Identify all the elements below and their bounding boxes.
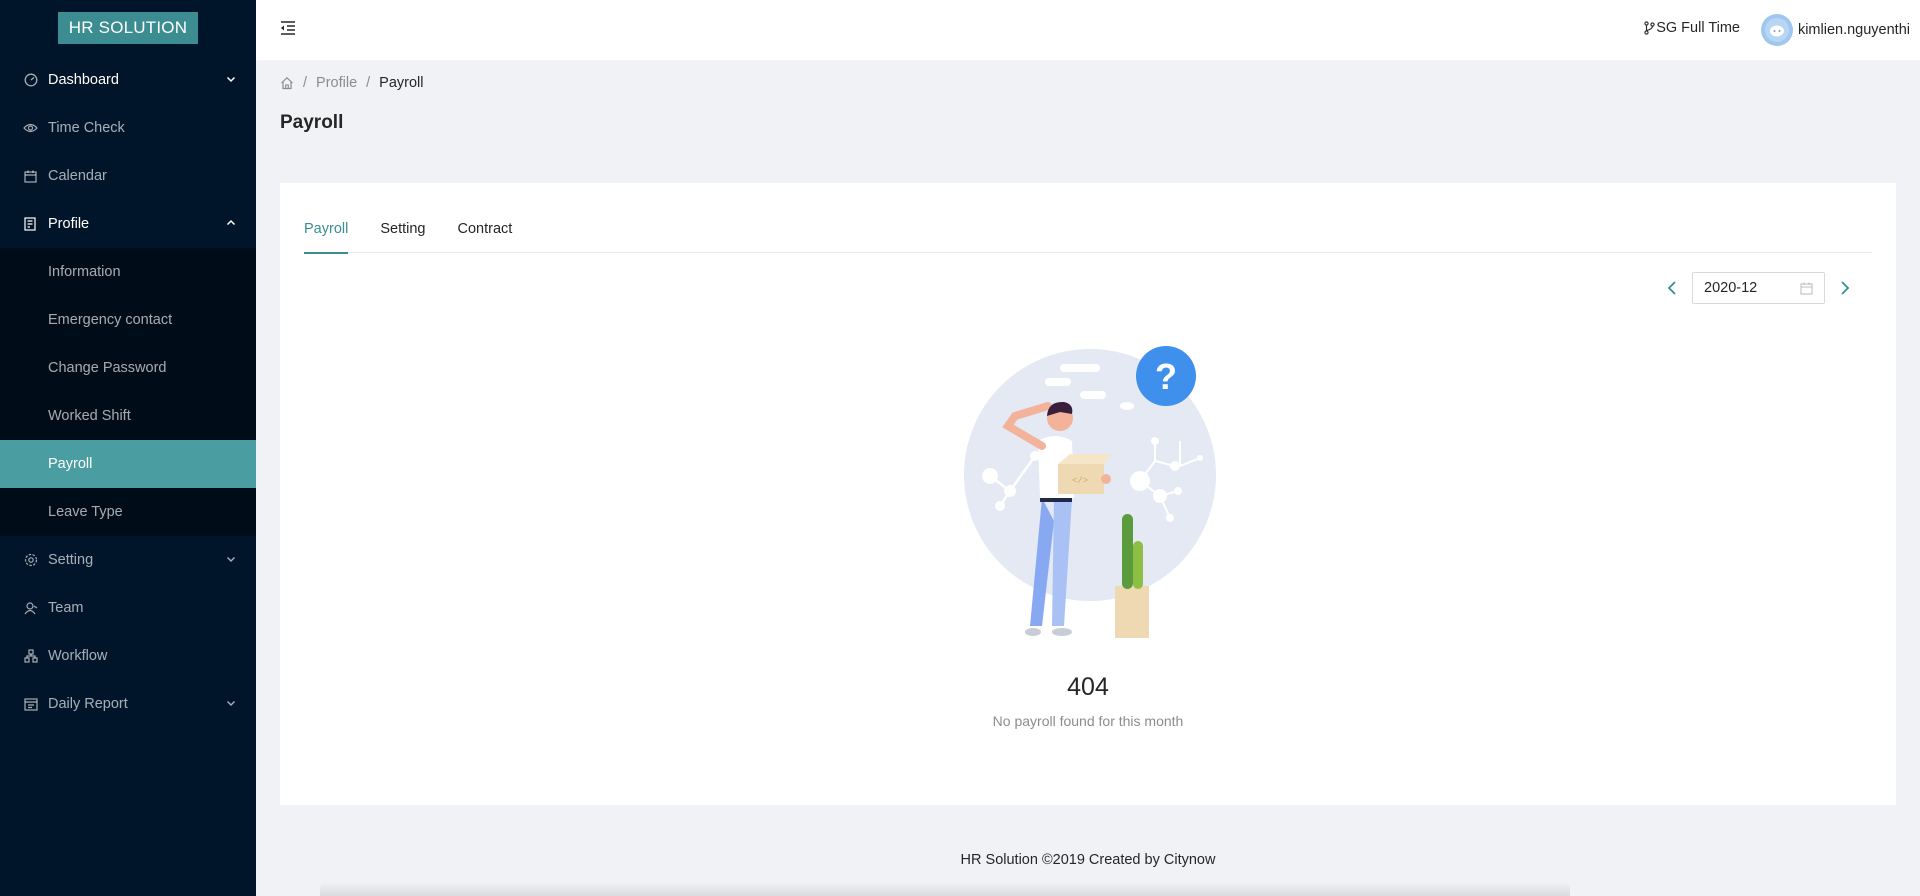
eye-icon xyxy=(23,121,38,136)
sidebar-item-label: Team xyxy=(48,600,84,616)
sidebar-item-setting[interactable]: Setting xyxy=(0,536,256,584)
breadcrumb-separator: / xyxy=(366,75,371,91)
menu-fold-icon[interactable] xyxy=(278,18,298,38)
workflow-icon xyxy=(23,649,38,664)
avatar xyxy=(1760,14,1793,46)
chevron-up-icon xyxy=(226,219,236,226)
month-picker[interactable]: 2020-12 xyxy=(1692,272,1825,304)
not-found-illustration: ? </> xyxy=(964,346,1216,638)
month-navigator: 2020-12 xyxy=(1661,272,1856,304)
user-menu[interactable]: kimlien.nguyenthi xyxy=(1760,14,1910,46)
calendar-icon xyxy=(1800,282,1813,295)
chevron-down-icon xyxy=(226,556,236,563)
tab-payroll[interactable]: Payroll xyxy=(304,183,349,254)
result-message: No payroll found for this month xyxy=(992,713,1184,729)
page-title: Payroll xyxy=(280,112,344,133)
breadcrumb-payroll: Payroll xyxy=(379,75,424,91)
next-month-button[interactable] xyxy=(1834,277,1856,299)
tab-setting[interactable]: Setting xyxy=(380,183,425,253)
sidebar-item-time-check[interactable]: Time Check xyxy=(0,104,256,152)
sidebar-item-label: Calendar xyxy=(48,168,107,184)
sidebar-item-label: Setting xyxy=(48,552,94,568)
gear-icon xyxy=(23,553,38,568)
chevron-right-icon xyxy=(1841,281,1850,295)
branch-label: SG Full Time xyxy=(1656,20,1740,36)
branch-icon xyxy=(1644,21,1655,35)
sidebar-item-dashboard[interactable]: Dashboard xyxy=(0,56,256,104)
payroll-card: Payroll Setting Contract 2020-12 ? </> 4… xyxy=(280,183,1896,805)
sidebar-subitem-change-password[interactable]: Change Password xyxy=(0,344,256,392)
logo-area: HR SOLUTION xyxy=(0,0,256,56)
breadcrumb: / Profile / Payroll xyxy=(280,75,424,91)
home-icon[interactable] xyxy=(280,76,294,90)
sidebar-item-calendar[interactable]: Calendar xyxy=(0,152,256,200)
tab-bar: Payroll Setting Contract xyxy=(304,183,1872,254)
branch-selector[interactable]: SG Full Time xyxy=(1644,20,1740,36)
sidebar-item-daily-report[interactable]: Daily Report xyxy=(0,680,256,728)
sidebar-item-label: Daily Report xyxy=(48,696,128,712)
chevron-left-icon xyxy=(1667,281,1676,295)
chevron-down-icon xyxy=(226,700,236,707)
window-bottom-edge xyxy=(320,882,1570,896)
breadcrumb-separator: / xyxy=(303,75,308,91)
dashboard-icon xyxy=(23,73,38,88)
svg-text:</>: </> xyxy=(1072,476,1088,486)
report-icon xyxy=(23,697,38,712)
month-picker-value: 2020-12 xyxy=(1704,280,1758,296)
result-code: 404 xyxy=(1067,673,1109,701)
sidebar-item-label: Dashboard xyxy=(48,72,119,88)
team-icon xyxy=(23,601,38,616)
footer: HR Solution ©2019 Created by Citynow xyxy=(960,852,1216,868)
chevron-down-icon xyxy=(226,76,236,83)
sidebar-item-profile[interactable]: Profile xyxy=(0,200,256,248)
prev-month-button[interactable] xyxy=(1661,277,1683,299)
profile-submenu: Information Emergency contact Change Pas… xyxy=(0,248,256,536)
sidebar-subitem-emergency-contact[interactable]: Emergency contact xyxy=(0,296,256,344)
sidebar-item-team[interactable]: Team xyxy=(0,584,256,632)
app-logo[interactable]: HR SOLUTION xyxy=(57,12,199,44)
tab-contract[interactable]: Contract xyxy=(457,183,512,253)
sidebar-item-label: Time Check xyxy=(48,120,125,136)
sidebar-item-workflow[interactable]: Workflow xyxy=(0,632,256,680)
sidebar-item-label: Profile xyxy=(48,216,90,232)
sidebar: HR SOLUTION Dashboard Time Check Calenda… xyxy=(0,0,256,896)
top-header: SG Full Time kimlien.nguyenthi xyxy=(256,0,1920,60)
sidebar-subitem-information[interactable]: Information xyxy=(0,248,256,296)
sidebar-subitem-payroll[interactable]: Payroll xyxy=(0,440,256,488)
calendar-icon xyxy=(23,169,38,184)
sidebar-subitem-leave-type[interactable]: Leave Type xyxy=(0,488,256,536)
username: kimlien.nguyenthi xyxy=(1797,22,1910,38)
sidebar-item-label: Workflow xyxy=(48,648,108,664)
sidebar-subitem-worked-shift[interactable]: Worked Shift xyxy=(0,392,256,440)
profile-icon xyxy=(23,217,38,232)
breadcrumb-profile[interactable]: Profile xyxy=(316,75,357,91)
svg-text:?: ? xyxy=(1155,356,1177,397)
